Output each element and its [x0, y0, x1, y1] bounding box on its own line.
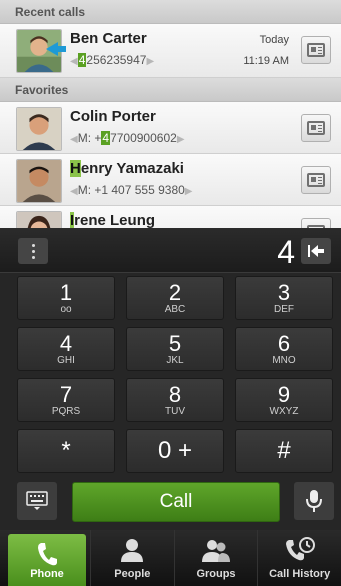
- key-letters: MNO: [272, 355, 296, 366]
- incoming-call-icon: [46, 42, 66, 56]
- key-letters: TUV: [165, 406, 185, 417]
- avatar: [16, 211, 62, 228]
- key-4[interactable]: 4 GHI: [17, 327, 115, 371]
- contact-name: Irene Leung: [70, 212, 155, 228]
- caret-left-icon: ◀: [70, 56, 78, 67]
- key-digit: 7: [59, 382, 73, 407]
- caret-left-icon: ◀: [70, 134, 78, 145]
- key-letters: GHI: [57, 355, 75, 366]
- tab-label: People: [114, 568, 151, 580]
- key-digit: 0 +: [157, 437, 193, 464]
- contact-number: ◀4256235947▶: [70, 53, 154, 67]
- tab-call-history[interactable]: Call History: [257, 530, 341, 586]
- key-letters: PQRS: [51, 406, 81, 417]
- key-1[interactable]: 1 oo: [17, 276, 115, 320]
- recent-call-row[interactable]: Ben Carter ◀4256235947▶ Today 11:19 AM: [0, 24, 341, 78]
- dial-bar: 4: [0, 228, 341, 273]
- call-time: 11:19 AM: [243, 55, 289, 67]
- key-digit: #: [277, 437, 291, 464]
- contact-name: Ben Carter: [70, 30, 147, 47]
- favorite-row[interactable]: Colin Porter ◀M: +47700900602▶: [0, 102, 341, 154]
- dialer-panel: 4 1 oo 2 ABC 3 DEF 4 GHI 5 JKL 6 MNO 7 PQRS 8 TU…: [0, 228, 341, 530]
- key-digit: 9: [277, 382, 291, 407]
- key-0[interactable]: 0 +: [126, 429, 224, 473]
- key-digit: 2: [168, 280, 182, 305]
- contact-number: ◀M: +47700900602▶: [70, 131, 185, 145]
- caret-right-icon: ▶: [184, 186, 193, 197]
- name-rest: enry Yamazaki: [80, 160, 184, 177]
- favorite-row[interactable]: Irene Leung: [0, 206, 341, 228]
- key-5[interactable]: 5 JKL: [126, 327, 224, 371]
- tab-label: Groups: [196, 568, 236, 580]
- contact-card-button[interactable]: [301, 166, 331, 194]
- caret-left-icon: ◀: [70, 186, 78, 197]
- call-day: Today: [259, 34, 289, 46]
- number-match: 4: [101, 131, 111, 145]
- key-hash[interactable]: #: [235, 429, 333, 473]
- backspace-button[interactable]: [301, 238, 331, 264]
- contact-card-button[interactable]: [301, 36, 331, 64]
- key-star[interactable]: *: [17, 429, 115, 473]
- call-button[interactable]: Call: [72, 482, 280, 522]
- group-icon: [202, 540, 230, 562]
- key-6[interactable]: 6 MNO: [235, 327, 333, 371]
- key-letters: DEF: [274, 304, 294, 315]
- contact-name: Colin Porter: [70, 108, 156, 125]
- microphone-icon: [306, 490, 322, 512]
- key-digit: 5: [168, 331, 182, 356]
- contact-card-icon: [307, 43, 325, 57]
- contact-card-button[interactable]: [301, 114, 331, 142]
- contact-name: Henry Yamazaki: [70, 160, 184, 177]
- contact-card-icon: [307, 173, 325, 187]
- keyboard-icon: [26, 491, 48, 510]
- tab-label: Phone: [30, 568, 64, 580]
- number-prefix: M: +: [77, 131, 102, 145]
- tab-phone[interactable]: Phone: [8, 534, 86, 586]
- favorite-row[interactable]: Henry Yamazaki ◀M: +1 407 555 9380▶: [0, 154, 341, 206]
- person-icon: [121, 539, 144, 562]
- voicemail-icon: oo: [60, 304, 72, 315]
- call-history-icon: [285, 537, 315, 561]
- dialed-number: 4: [277, 234, 295, 270]
- name-rest: rene Leung: [74, 212, 156, 228]
- key-digit: 3: [277, 280, 291, 305]
- voice-dial-button[interactable]: [294, 482, 334, 520]
- caret-right-icon: ▶: [176, 134, 185, 145]
- name-match: H: [70, 160, 81, 177]
- number-text: M: +1 407 555 9380: [77, 183, 185, 197]
- tab-groups[interactable]: Groups: [173, 530, 258, 586]
- key-7[interactable]: 7 PQRS: [17, 378, 115, 422]
- tab-people[interactable]: People: [90, 530, 174, 586]
- key-digit: 6: [277, 331, 291, 356]
- bottom-tab-bar: Phone People Groups Call History: [0, 530, 341, 586]
- key-9[interactable]: 9 WXYZ: [235, 378, 333, 422]
- key-letters: ABC: [164, 304, 186, 315]
- key-letters: WXYZ: [269, 406, 299, 417]
- caret-right-icon: ▶: [146, 56, 155, 67]
- backspace-icon: [308, 245, 324, 257]
- contact-number: ◀M: +1 407 555 9380▶: [70, 183, 193, 197]
- contact-card-icon: [307, 121, 325, 135]
- dialer-actions: Call: [0, 478, 341, 526]
- key-8[interactable]: 8 TUV: [126, 378, 224, 422]
- number-rest: 256235947: [86, 53, 147, 67]
- key-digit: 1: [59, 280, 73, 305]
- number-rest: 7700900602: [110, 131, 177, 145]
- key-digit: *: [61, 437, 71, 464]
- key-3[interactable]: 3 DEF: [235, 276, 333, 320]
- avatar: [16, 107, 62, 151]
- hide-keypad-button[interactable]: [17, 482, 57, 520]
- contact-card-button[interactable]: [301, 218, 331, 228]
- tab-label: Call History: [269, 568, 331, 580]
- key-2[interactable]: 2 ABC: [126, 276, 224, 320]
- contact-list: Recent calls Ben Carter ◀4256235947▶ Tod…: [0, 0, 341, 228]
- key-digit: 8: [168, 382, 182, 407]
- key-letters: JKL: [166, 355, 184, 366]
- section-header-favorites: Favorites: [0, 78, 341, 102]
- section-header-recent: Recent calls: [0, 0, 341, 24]
- menu-button[interactable]: [18, 238, 48, 264]
- phone-icon: [38, 543, 57, 566]
- key-digit: 4: [59, 331, 73, 356]
- avatar: [16, 159, 62, 203]
